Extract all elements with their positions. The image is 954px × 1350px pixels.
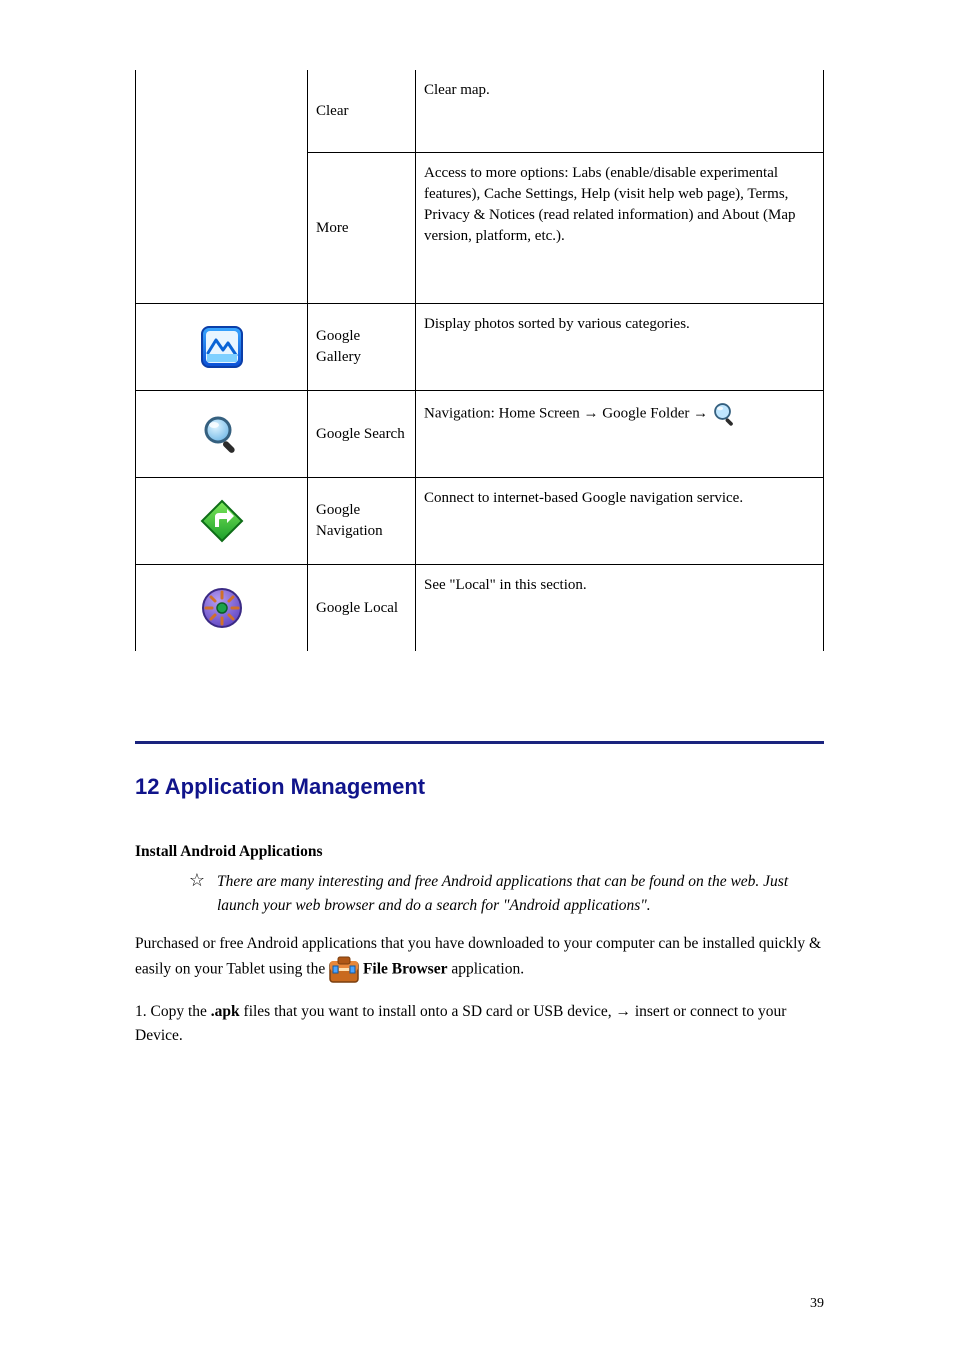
cell-label: Google Search	[308, 391, 416, 478]
features-table: Clear Clear map. More Access to more opt…	[135, 70, 824, 651]
cell-label: More	[308, 153, 416, 304]
cell-icon	[136, 304, 308, 391]
magnifier-icon	[201, 413, 243, 455]
cell-label: Google Navigation	[308, 478, 416, 565]
file-browser-icon	[329, 956, 359, 984]
cell-label: Google Gallery	[308, 304, 416, 391]
table-row: Google Navigation Connect to internet-ba…	[136, 478, 824, 565]
cell-icon	[136, 565, 308, 652]
table-row: Google Gallery Display photos sorted by …	[136, 304, 824, 391]
cell-icon-empty	[136, 70, 308, 304]
cell-icon	[136, 391, 308, 478]
navigation-icon	[200, 499, 244, 543]
section-heading: 12 Application Management	[135, 774, 824, 800]
table-row: Google Search Navigation: Home Screen → …	[136, 391, 824, 478]
star-icon: ☆	[135, 870, 211, 892]
cell-label: Clear	[308, 70, 416, 153]
cell-desc: Access to more options: Labs (enable/dis…	[416, 153, 824, 304]
cell-label: Google Local	[308, 565, 416, 652]
cell-icon	[136, 478, 308, 565]
paragraph: Purchased or free Android applications t…	[135, 932, 824, 984]
magnifier-icon	[712, 401, 738, 427]
cell-desc: See "Local" in this section.	[416, 565, 824, 652]
cell-desc: Display photos sorted by various categor…	[416, 304, 824, 391]
section-divider	[135, 741, 824, 744]
table-row: Clear Clear map.	[136, 70, 824, 153]
subheading: Install Android Applications	[135, 840, 824, 864]
step-1: 1. Copy the .apk files that you want to …	[135, 1000, 824, 1048]
table-row: Google Local See "Local" in this section…	[136, 565, 824, 652]
body-text: Install Android Applications ☆ There are…	[135, 840, 824, 1048]
cell-desc: Connect to internet-based Google navigat…	[416, 478, 824, 565]
cell-desc: Clear map.	[416, 70, 824, 153]
tip-text: There are many interesting and free Andr…	[217, 870, 824, 918]
gallery-icon	[201, 326, 243, 368]
local-icon	[200, 586, 244, 630]
tip-block: ☆ There are many interesting and free An…	[135, 870, 824, 918]
page-number: 39	[810, 1296, 824, 1312]
cell-desc: Navigation: Home Screen → Google Folder …	[416, 391, 824, 478]
